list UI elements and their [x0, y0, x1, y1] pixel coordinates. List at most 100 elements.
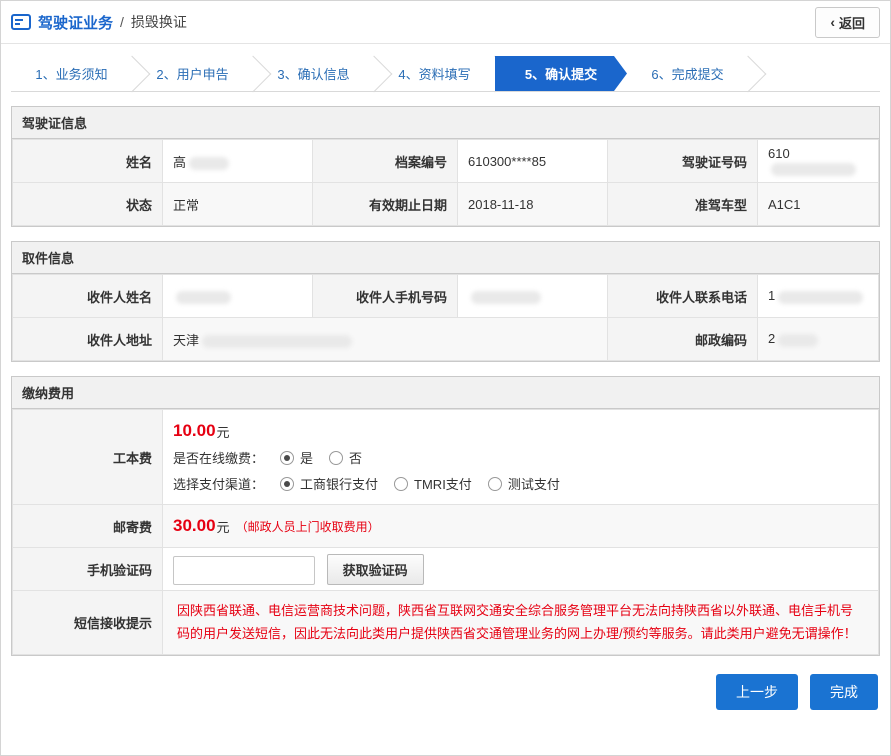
masked-data [778, 291, 863, 304]
sms-notice-text: 因陕西省联通、电信运营商技术问题，陕西省互联网交通安全综合服务管理平台无法向持陕… [173, 595, 868, 650]
back-button[interactable]: ‹ 返回 [815, 7, 880, 38]
fees-title: 缴纳费用 [12, 377, 879, 409]
post-fee-label: 邮寄费 [13, 505, 163, 548]
step-tab-label: 6、完成提交 [651, 64, 723, 83]
chevron-left-icon: ‹ [830, 15, 835, 29]
cost-fee-unit: 元 [217, 422, 230, 441]
radio-online-pay-no[interactable]: 否 [329, 448, 362, 467]
radio-unselected-icon [394, 477, 408, 491]
step-tab-label: 2、用户申告 [156, 64, 228, 83]
step-nav: 1、业务须知 2、用户申告 3、确认信息 4、资料填写 5、确认提交 6、完成提… [11, 56, 880, 92]
pay-channel-label: 选择支付渠道： [173, 474, 264, 493]
post-fee-note: （邮政人员上门收取费用） [236, 518, 380, 535]
cost-fee-label: 工本费 [13, 410, 163, 505]
cost-fee-amount: 10.00 [173, 421, 216, 441]
fees-table: 工本费 10.00 元 是否在线缴费： 是 否 [12, 409, 879, 655]
table-row: 状态 正常 有效期止日期 2018-11-18 准驾车型 A1C1 [13, 183, 879, 226]
sms-notice-cell: 因陕西省联通、电信运营商技术问题，陕西省互联网交通安全综合服务管理平台无法向持陕… [163, 591, 879, 655]
step-tab-6[interactable]: 6、完成提交 [627, 56, 748, 91]
masked-data [176, 291, 231, 304]
radio-channel-tmri[interactable]: TMRI支付 [394, 474, 472, 493]
table-row: 手机验证码 获取验证码 [13, 548, 879, 591]
get-sms-code-button[interactable]: 获取验证码 [327, 554, 424, 585]
expiry-label: 有效期止日期 [313, 183, 458, 226]
license-no-value: 610 [758, 140, 879, 183]
masked-data [189, 157, 229, 170]
footer-actions: 上一步 完成 [1, 674, 878, 710]
step-tab-label: 4、资料填写 [398, 64, 470, 83]
step-tab-5-active[interactable]: 5、确认提交 [495, 56, 627, 91]
file-no-label: 档案编号 [313, 140, 458, 183]
masked-data [471, 291, 541, 304]
online-pay-label: 是否在线缴费： [173, 448, 264, 467]
name-value: 高 [163, 140, 313, 183]
post-fee-cell: 30.00 元 （邮政人员上门收取费用） [163, 505, 879, 548]
radio-label: TMRI支付 [414, 474, 472, 493]
page-title: 驾驶证业务 [38, 12, 113, 33]
step-tab-3[interactable]: 3、确认信息 [253, 56, 374, 91]
recipient-address-value: 天津 [163, 318, 608, 361]
zip-code-label: 邮政编码 [608, 318, 758, 361]
license-no-label: 驾驶证号码 [608, 140, 758, 183]
radio-unselected-icon [488, 477, 502, 491]
masked-data [202, 335, 352, 348]
name-label: 姓名 [13, 140, 163, 183]
masked-data [771, 163, 856, 176]
post-fee-unit: 元 [217, 517, 230, 536]
vehicle-type-value: A1C1 [758, 183, 879, 226]
back-label: 返回 [839, 13, 865, 32]
step-tab-1[interactable]: 1、业务须知 [11, 56, 132, 91]
table-row: 工本费 10.00 元 是否在线缴费： 是 否 [13, 410, 879, 505]
table-row: 姓名 高 档案编号 610300****85 驾驶证号码 610 [13, 140, 879, 183]
sms-code-cell: 获取验证码 [163, 548, 879, 591]
page: 驾驶证业务 / 损毁换证 ‹ 返回 1、业务须知 2、用户申告 3、确认信息 4… [0, 0, 891, 756]
radio-label: 否 [349, 448, 362, 467]
cost-fee-cell: 10.00 元 是否在线缴费： 是 否 [163, 410, 879, 505]
recipient-phone-value: 1 [758, 275, 879, 318]
file-no-value: 610300****85 [458, 140, 608, 183]
post-fee-amount: 30.00 [173, 516, 216, 536]
sms-notice-label: 短信接收提示 [13, 591, 163, 655]
step-tab-2[interactable]: 2、用户申告 [132, 56, 253, 91]
vehicle-type-label: 准驾车型 [608, 183, 758, 226]
radio-online-pay-yes[interactable]: 是 [280, 448, 313, 467]
radio-label: 测试支付 [508, 474, 560, 493]
recipient-mobile-value [458, 275, 608, 318]
topbar: 驾驶证业务 / 损毁换证 ‹ 返回 [1, 1, 890, 44]
recipient-name-value [163, 275, 313, 318]
recipient-mobile-label: 收件人手机号码 [313, 275, 458, 318]
breadcrumb-current: 损毁换证 [131, 12, 187, 32]
table-row: 收件人姓名 收件人手机号码 收件人联系电话 1 [13, 275, 879, 318]
breadcrumb-separator: / [120, 14, 124, 30]
radio-unselected-icon [329, 451, 343, 465]
masked-data [778, 334, 818, 347]
sms-code-label: 手机验证码 [13, 548, 163, 591]
pickup-info-table: 收件人姓名 收件人手机号码 收件人联系电话 1 收件人地址 天津 邮政编码 2 [12, 274, 879, 361]
pickup-info-title: 取件信息 [12, 242, 879, 274]
status-value: 正常 [163, 183, 313, 226]
license-info-table: 姓名 高 档案编号 610300****85 驾驶证号码 610 状态 正常 有… [12, 139, 879, 226]
previous-step-button[interactable]: 上一步 [716, 674, 798, 710]
radio-channel-test[interactable]: 测试支付 [488, 474, 560, 493]
license-info-title: 驾驶证信息 [12, 107, 879, 139]
fees-section: 缴纳费用 工本费 10.00 元 是否在线缴费： 是 [11, 376, 880, 656]
expiry-value: 2018-11-18 [458, 183, 608, 226]
step-tab-label: 5、确认提交 [525, 64, 597, 83]
table-row: 短信接收提示 因陕西省联通、电信运营商技术问题，陕西省互联网交通安全综合服务管理… [13, 591, 879, 655]
recipient-phone-label: 收件人联系电话 [608, 275, 758, 318]
step-tab-4[interactable]: 4、资料填写 [374, 56, 495, 91]
radio-label: 工商银行支付 [300, 474, 378, 493]
radio-label: 是 [300, 448, 313, 467]
table-row: 邮寄费 30.00 元 （邮政人员上门收取费用） [13, 505, 879, 548]
recipient-name-label: 收件人姓名 [13, 275, 163, 318]
radio-selected-icon [280, 477, 294, 491]
zip-code-value: 2 [758, 318, 879, 361]
finish-button[interactable]: 完成 [810, 674, 878, 710]
recipient-address-label: 收件人地址 [13, 318, 163, 361]
license-card-icon [11, 14, 31, 30]
radio-selected-icon [280, 451, 294, 465]
sms-code-input[interactable] [173, 556, 315, 585]
pickup-info-section: 取件信息 收件人姓名 收件人手机号码 收件人联系电话 1 收件人地址 天津 邮政… [11, 241, 880, 362]
radio-channel-icbc[interactable]: 工商银行支付 [280, 474, 378, 493]
table-row: 收件人地址 天津 邮政编码 2 [13, 318, 879, 361]
